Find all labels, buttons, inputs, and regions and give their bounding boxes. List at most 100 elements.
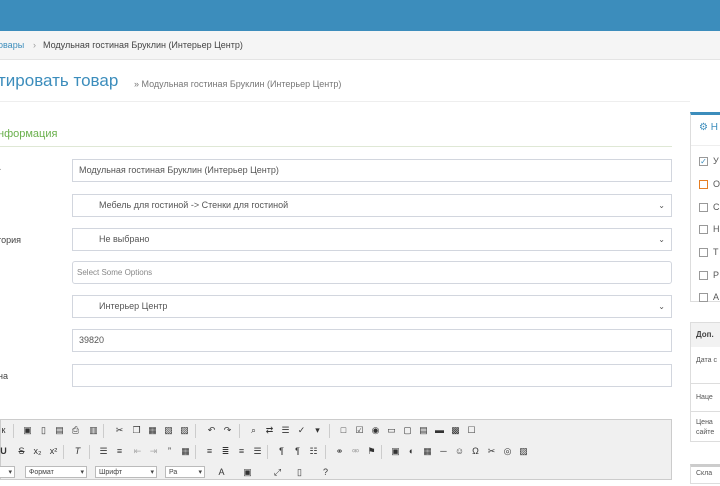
table-icon[interactable]: ▦ — [421, 445, 434, 458]
option-checkbox-2[interactable] — [699, 180, 708, 189]
find-icon[interactable]: ⌕ — [247, 424, 260, 437]
extra-info-price: Цена — [696, 419, 713, 426]
hidden-field-icon[interactable]: ☐ — [465, 424, 478, 437]
option-checkbox-4[interactable] — [699, 225, 708, 234]
size-combo[interactable]: Ра ▾ — [165, 466, 205, 478]
subcategory-select-value: Не выбрано — [99, 234, 150, 244]
form-icon[interactable]: □ — [337, 424, 350, 437]
page-break-icon[interactable]: ✂ — [485, 445, 498, 458]
indent-icon[interactable]: ⇥ — [147, 445, 160, 458]
help-icon[interactable]: ? — [319, 466, 332, 479]
rtl-icon[interactable]: ¶ — [291, 445, 304, 458]
option-checkbox-5[interactable] — [699, 248, 708, 257]
extra-input[interactable] — [72, 364, 672, 387]
subcategory-select[interactable]: Не выбрано ⌄ — [72, 228, 672, 251]
option-label-6: Р — [713, 270, 720, 280]
align-center-icon[interactable]: ≣ — [219, 445, 232, 458]
price-input[interactable]: 39820 — [72, 329, 672, 352]
text-color-icon[interactable]: A — [215, 466, 228, 479]
name-label: - — [0, 164, 1, 174]
checkbox-icon[interactable]: ☑ — [353, 424, 366, 437]
new-page-icon[interactable]: ▯ — [37, 424, 50, 437]
image-icon[interactable]: ▣ — [389, 445, 402, 458]
print-icon[interactable]: ⎙ — [69, 424, 82, 437]
section-divider — [0, 146, 672, 147]
font-combo[interactable]: Шрифт ▾ — [95, 466, 157, 478]
spellcheck-icon[interactable]: ✓ — [295, 424, 308, 437]
product-name-input[interactable]: Модульная гостиная Бруклин (Интерьер Цен… — [72, 159, 672, 182]
anchor-icon[interactable]: ⚑ — [365, 445, 378, 458]
align-left-icon[interactable]: ≡ — [203, 445, 216, 458]
bg-color-icon[interactable]: ▣ — [241, 466, 254, 479]
preview-icon[interactable]: ▤ — [53, 424, 66, 437]
select-all-icon[interactable]: ☰ — [279, 424, 292, 437]
styles-combo[interactable]: ▾ — [0, 466, 15, 478]
outdent-icon[interactable]: ⇤ — [131, 445, 144, 458]
paste-word-icon[interactable]: ▨ — [178, 424, 191, 437]
copy-icon[interactable]: ❐ — [130, 424, 143, 437]
chevron-down-icon: ⌄ — [658, 235, 665, 244]
size-combo-label: Ра — [169, 469, 178, 476]
options-multiselect[interactable]: Select Some Options — [72, 261, 672, 284]
bulleted-list-icon[interactable]: ≡ — [113, 445, 126, 458]
image-upload-icon[interactable]: ▨ — [517, 445, 530, 458]
select-field-icon[interactable]: ▤ — [417, 424, 430, 437]
redo-icon[interactable]: ↷ — [221, 424, 234, 437]
option-checkbox-7[interactable] — [699, 293, 708, 302]
blockquote-icon[interactable]: ” — [163, 445, 176, 458]
language-icon[interactable]: ☷ — [307, 445, 320, 458]
remove-format-icon[interactable]: T — [71, 445, 84, 458]
numbered-list-icon[interactable]: ☰ — [97, 445, 110, 458]
panel-header: ⚙ Н — [699, 122, 718, 133]
subscript-icon[interactable]: x₂ — [31, 445, 44, 458]
status-options-panel: ⚙ Н ✓ У О С Н Т Р А — [690, 112, 720, 302]
show-blocks-icon[interactable]: ▯ — [293, 466, 306, 479]
spellcheck-menu-icon[interactable]: ▾ — [311, 424, 324, 437]
extra-info-table: Доп. Дата с Наце Цена сайте — [690, 322, 720, 442]
font-combo-label: Шрифт — [99, 469, 123, 476]
format-combo-label: Формат — [29, 469, 54, 476]
source-icon[interactable]: к — [0, 424, 10, 437]
option-label-1: У — [713, 156, 719, 166]
paste-text-icon[interactable]: ▧ — [162, 424, 175, 437]
ltr-icon[interactable]: ¶ — [275, 445, 288, 458]
smiley-icon[interactable]: ☺ — [453, 445, 466, 458]
maximize-icon[interactable]: ⤢ — [271, 466, 284, 479]
align-right-icon[interactable]: ≡ — [235, 445, 248, 458]
format-combo[interactable]: Формат ▾ — [25, 466, 87, 478]
templates-icon[interactable]: ▥ — [87, 424, 100, 437]
chevron-down-icon: ⌄ — [658, 201, 665, 210]
undo-icon[interactable]: ↶ — [205, 424, 218, 437]
replace-icon[interactable]: ⇄ — [263, 424, 276, 437]
strikethrough-icon[interactable]: S — [15, 445, 28, 458]
underline-icon[interactable]: U — [0, 445, 10, 458]
link-icon[interactable]: ⚭ — [333, 445, 346, 458]
page-subtitle: » Модульная гостиная Бруклин (Интерьер Ц… — [134, 79, 342, 89]
option-checkbox-3[interactable] — [699, 203, 708, 212]
breadcrumb-link-products[interactable]: овары — [0, 31, 24, 59]
paste-icon[interactable]: ▦ — [146, 424, 159, 437]
button-field-icon[interactable]: ▬ — [433, 424, 446, 437]
manufacturer-select-value: Интерьер Центр — [99, 301, 168, 311]
iframe-icon[interactable]: ◎ — [501, 445, 514, 458]
textarea-icon[interactable]: ▢ — [401, 424, 414, 437]
category-select-value: Мебель для гостиной -> Стенки для гостин… — [99, 200, 289, 210]
category-select[interactable]: Мебель для гостиной -> Стенки для гостин… — [72, 194, 672, 217]
cut-icon[interactable]: ✂ — [113, 424, 126, 437]
save-icon[interactable]: ▣ — [21, 424, 34, 437]
horizontal-line-icon[interactable]: ─ — [437, 445, 450, 458]
align-justify-icon[interactable]: ☰ — [251, 445, 264, 458]
superscript-icon[interactable]: x² — [47, 445, 60, 458]
radio-icon[interactable]: ◉ — [369, 424, 382, 437]
flash-icon[interactable]: ◐ — [405, 445, 418, 458]
top-navbar — [0, 0, 720, 31]
extra-info-site: сайте — [696, 429, 715, 436]
image-button-icon[interactable]: ▩ — [449, 424, 462, 437]
option-checkbox-1[interactable]: ✓ — [699, 157, 708, 166]
div-container-icon[interactable]: ▦ — [179, 445, 192, 458]
text-field-icon[interactable]: ▭ — [385, 424, 398, 437]
unlink-icon[interactable]: ⚮ — [349, 445, 362, 458]
option-checkbox-6[interactable] — [699, 271, 708, 280]
manufacturer-select[interactable]: Интерьер Центр ⌄ — [72, 295, 672, 318]
special-char-icon[interactable]: Ω — [469, 445, 482, 458]
